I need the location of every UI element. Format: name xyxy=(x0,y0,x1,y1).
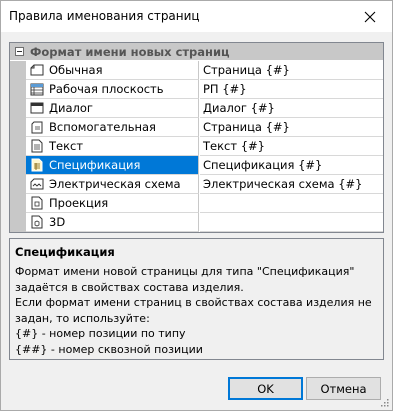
property-name-cell[interactable]: Вспомогательная xyxy=(26,118,199,137)
property-value[interactable]: Текст {#} xyxy=(200,137,383,156)
property-name-cell[interactable]: Электрическая схема xyxy=(26,175,199,194)
property-name-cell[interactable]: 3D xyxy=(26,213,199,232)
property-row-tekst[interactable]: Текст Текст {#} xyxy=(10,137,383,156)
property-name: Обычная xyxy=(49,63,103,77)
row-gutter xyxy=(10,61,26,80)
description-line: {##} - номер сквозной позиции xyxy=(15,342,203,356)
property-value[interactable]: Страница {#} xyxy=(200,61,383,80)
property-name-cell[interactable]: Диалог xyxy=(26,99,199,118)
page-icon xyxy=(29,62,45,78)
property-name-cell[interactable]: Обычная xyxy=(26,61,199,80)
specification-icon xyxy=(29,157,45,173)
property-name: Электрическая схема xyxy=(49,177,181,191)
close-icon xyxy=(364,11,376,22)
resize-grip-icon[interactable] xyxy=(379,397,389,407)
description-panel: Спецификация Формат имени новой страницы… xyxy=(9,238,384,360)
property-row-3d[interactable]: 3D xyxy=(10,213,383,232)
property-value[interactable]: Диалог {#} xyxy=(200,99,383,118)
property-row-elektricheskaya-skhema[interactable]: Электрическая схема Электрическая схема … xyxy=(10,175,383,194)
property-row-specifikaciya[interactable]: Спецификация Спецификация {#} xyxy=(10,156,383,175)
property-row-rabochaya-ploskost[interactable]: Рабочая плоскость РП {#} xyxy=(10,80,383,99)
property-name-cell[interactable]: Рабочая плоскость xyxy=(26,80,199,99)
category-row[interactable]: Формат имени новых страниц xyxy=(10,43,383,60)
property-row-vspomogatelnaya[interactable]: Вспомогательная Страница {#} xyxy=(10,118,383,137)
property-name: Диалог xyxy=(49,101,93,115)
dialog-window: Правила именования страниц Формат имени … xyxy=(0,0,393,411)
property-name: Спецификация xyxy=(49,158,141,172)
property-value[interactable] xyxy=(200,194,383,213)
window-title: Правила именования страниц xyxy=(9,9,200,23)
close-button[interactable] xyxy=(348,1,392,32)
property-value[interactable]: Спецификация {#} xyxy=(200,156,383,175)
property-name: 3D xyxy=(49,215,66,229)
text-page-icon xyxy=(29,138,45,154)
property-value[interactable] xyxy=(200,213,383,232)
row-gutter xyxy=(10,99,26,118)
property-name: Проекция xyxy=(49,196,109,210)
property-name-cell[interactable]: Проекция xyxy=(26,194,199,213)
ok-button[interactable]: OK xyxy=(228,377,303,400)
title-bar: Правила именования страниц xyxy=(1,1,392,32)
property-value[interactable]: Электрическая схема {#} xyxy=(200,175,383,194)
property-value[interactable]: РП {#} xyxy=(200,80,383,99)
property-row-dialog[interactable]: Диалог Диалог {#} xyxy=(10,99,383,118)
collapse-icon[interactable] xyxy=(15,47,24,56)
property-name-cell[interactable]: Текст xyxy=(26,137,199,156)
auxiliary-page-icon xyxy=(29,119,45,135)
cancel-button[interactable]: Отмена xyxy=(306,377,381,400)
description-line: {#} - номер позиции по типу xyxy=(15,327,186,340)
property-name-cell[interactable]: Спецификация xyxy=(26,156,199,175)
row-gutter xyxy=(10,156,26,175)
workplane-icon xyxy=(29,81,45,97)
row-gutter xyxy=(10,194,26,213)
category-label: Формат имени новых страниц xyxy=(30,44,230,59)
property-row-proekciya[interactable]: Проекция xyxy=(10,194,383,213)
projection-page-icon xyxy=(29,195,45,211)
electrical-schematic-icon xyxy=(29,176,45,192)
description-line: Формат имени новой страницы для типа "Сп… xyxy=(15,265,355,278)
3d-page-icon xyxy=(29,214,45,230)
property-name: Рабочая плоскость xyxy=(49,82,164,96)
row-gutter xyxy=(10,137,26,156)
property-value[interactable]: Страница {#} xyxy=(200,118,383,137)
property-row-obychnaya[interactable]: Обычная Страница {#} xyxy=(10,61,383,80)
dialog-icon xyxy=(29,100,45,116)
description-line: задан, то используйте: xyxy=(15,311,150,325)
description-line: Если формат имени страниц в свойствах со… xyxy=(15,296,372,309)
row-gutter xyxy=(10,175,26,194)
property-grid[interactable]: Формат имени новых страниц Обычная Стран… xyxy=(9,42,384,233)
row-gutter xyxy=(10,80,26,99)
row-gutter xyxy=(10,213,26,232)
description-line: задаётся в свойствах состава изделия. xyxy=(15,280,244,294)
description-title: Спецификация xyxy=(15,245,115,259)
row-gutter xyxy=(10,118,26,137)
property-name: Текст xyxy=(49,139,84,153)
property-name: Вспомогательная xyxy=(49,120,156,134)
